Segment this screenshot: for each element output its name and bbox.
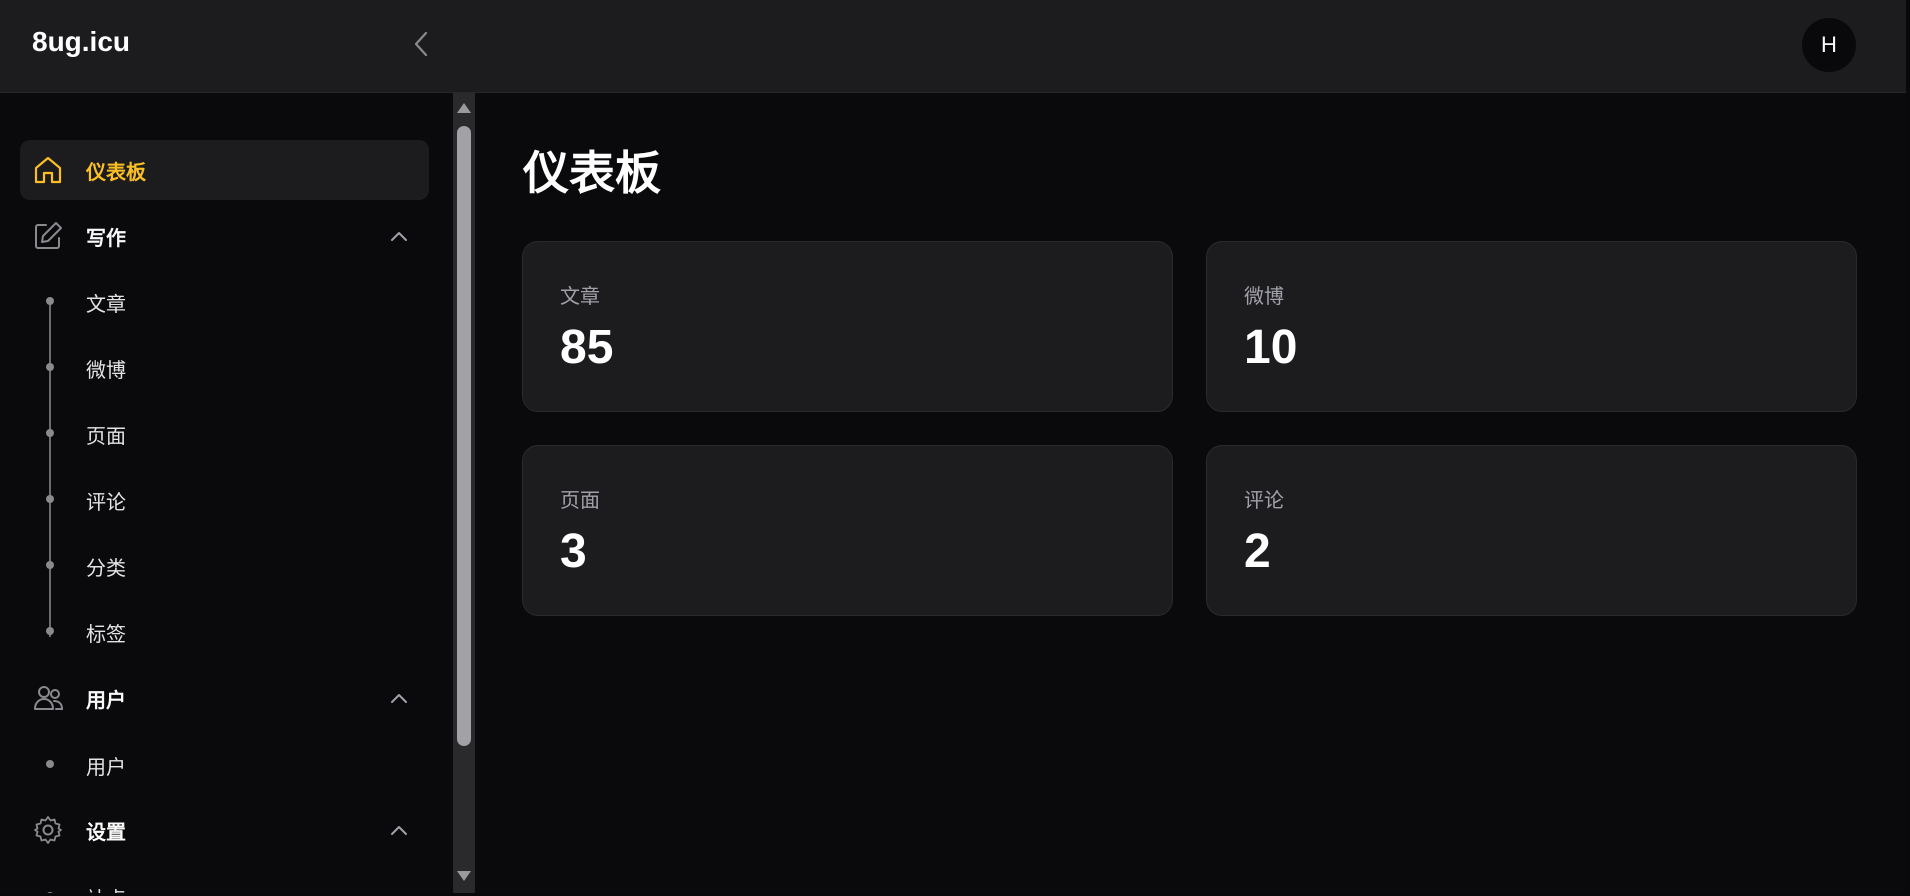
- bullet-dot: [46, 297, 54, 305]
- sidebar-item-label: 微博: [86, 358, 126, 382]
- sidebar-item-label: 评论: [86, 490, 126, 514]
- sidebar-item-label: 文章: [86, 292, 126, 316]
- scroll-down-arrow-icon[interactable]: [457, 871, 471, 881]
- home-icon: [34, 156, 62, 184]
- edit-icon: [35, 222, 62, 249]
- sidebar-item-label: 设置: [86, 819, 126, 844]
- sidebar-item-site[interactable]: 站点: [20, 871, 429, 893]
- scroll-thumb[interactable]: [457, 126, 471, 746]
- sidebar-item-label: 站点: [86, 883, 126, 893]
- sidebar-item-comments[interactable]: 评论: [20, 474, 429, 524]
- bullet-dot: [46, 892, 54, 893]
- bullet-dot: [46, 561, 54, 569]
- stat-label: 文章: [560, 284, 600, 308]
- stat-label: 评论: [1244, 488, 1284, 512]
- bullet-dot: [46, 760, 54, 768]
- stat-value: 85: [560, 321, 614, 374]
- sidebar-item-pages[interactable]: 页面: [20, 408, 429, 458]
- sidebar-item-articles[interactable]: 文章: [20, 276, 429, 326]
- bullet-dot: [46, 495, 54, 503]
- collapse-sidebar-button[interactable]: [406, 26, 436, 62]
- sidebar-item-users-list[interactable]: 用户: [20, 739, 429, 789]
- bullet-dot: [46, 627, 54, 635]
- bullet-dot: [46, 429, 54, 437]
- top-bar: 8ug.icu H: [0, 0, 1906, 93]
- sidebar: 仪表板 写作 文章 微博 页面 评论 分类 标签 用户 用户 设置: [0, 93, 453, 893]
- stat-card-articles[interactable]: 文章 85: [522, 241, 1173, 412]
- sidebar-scrollbar[interactable]: [453, 93, 475, 893]
- chevron-up-icon: [391, 826, 407, 835]
- gear-icon: [34, 816, 62, 844]
- chevron-up-icon: [391, 694, 407, 703]
- main-content: 仪表板 文章 85 微博 10 页面 3 评论 2: [475, 93, 1906, 893]
- bullet-dot: [46, 363, 54, 371]
- chevron-up-icon: [391, 232, 407, 241]
- stat-label: 页面: [560, 488, 600, 512]
- sidebar-item-categories[interactable]: 分类: [20, 540, 429, 590]
- app-window: 8ug.icu H 仪表板 写作 文章 微博 页面 评论 分类 标签 用户 用户…: [0, 0, 1906, 893]
- page-title: 仪表板: [523, 146, 661, 200]
- stat-value: 2: [1244, 525, 1271, 578]
- stat-value: 3: [560, 525, 587, 578]
- sidebar-item-label: 写作: [86, 225, 126, 250]
- stat-card-weibo[interactable]: 微博 10: [1206, 241, 1857, 412]
- sidebar-item-weibo[interactable]: 微博: [20, 342, 429, 392]
- stat-label: 微博: [1244, 284, 1284, 308]
- sidebar-item-label: 页面: [86, 424, 126, 448]
- scroll-up-arrow-icon[interactable]: [457, 103, 471, 113]
- sidebar-item-tags[interactable]: 标签: [20, 606, 429, 656]
- sidebar-item-label: 用户: [86, 687, 126, 712]
- sidebar-item-settings[interactable]: 设置: [20, 800, 429, 860]
- users-icon: [34, 686, 64, 710]
- stat-value: 10: [1244, 321, 1298, 374]
- sidebar-item-label: 仪表板: [86, 159, 146, 184]
- sidebar-item-dashboard[interactable]: 仪表板: [20, 140, 429, 200]
- sidebar-item-label: 标签: [86, 622, 126, 646]
- chevron-left-icon: [414, 31, 428, 57]
- stat-card-comments[interactable]: 评论 2: [1206, 445, 1857, 616]
- sidebar-item-writing[interactable]: 写作: [20, 206, 429, 266]
- sidebar-item-users[interactable]: 用户: [20, 668, 429, 728]
- avatar[interactable]: H: [1802, 18, 1856, 72]
- sidebar-item-label: 分类: [86, 556, 126, 580]
- stat-card-pages[interactable]: 页面 3: [522, 445, 1173, 616]
- sidebar-item-label: 用户: [86, 755, 126, 779]
- brand-logo[interactable]: 8ug.icu: [32, 26, 130, 58]
